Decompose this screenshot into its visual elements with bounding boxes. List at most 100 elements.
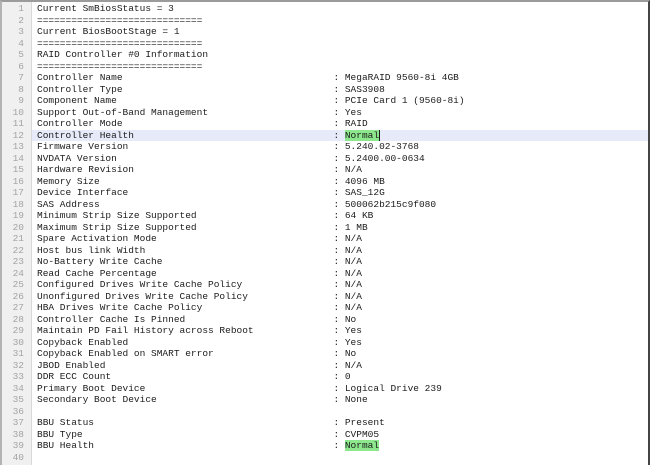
- line-number: 3: [2, 26, 32, 38]
- property-line-text[interactable]: Firmware Version : 5.240.02-3768: [32, 141, 648, 153]
- property-line-text[interactable]: DDR ECC Count : 0: [32, 371, 648, 383]
- line-number: 39: [2, 440, 32, 452]
- property-line-text[interactable]: Primary Boot Device : Logical Drive 239: [32, 383, 648, 395]
- line-number: 28: [2, 314, 32, 326]
- property-line-text[interactable]: SAS Address : 500062b215c9f080: [32, 199, 648, 211]
- code-line: 5RAID Controller #0 Information: [2, 49, 648, 61]
- property-line-text[interactable]: Host bus link Width : N/A: [32, 245, 648, 257]
- plain-line-text[interactable]: =============================: [32, 38, 648, 50]
- line-number: 22: [2, 245, 32, 257]
- plain-line-text[interactable]: =============================: [32, 61, 648, 73]
- code-line: 23No-Battery Write Cache : N/A: [2, 256, 648, 268]
- code-line: 30Copyback Enabled : Yes: [2, 337, 648, 349]
- code-line: 38BBU Type : CVPM05: [2, 429, 648, 441]
- plain-line-text[interactable]: [32, 406, 648, 418]
- property-value: N/A: [345, 256, 362, 267]
- line-number: 38: [2, 429, 32, 441]
- property-line-text[interactable]: Minimum Strip Size Supported : 64 KB: [32, 210, 648, 222]
- property-line-text[interactable]: Secondary Boot Device : None: [32, 394, 648, 406]
- line-number: 35: [2, 394, 32, 406]
- property-line-text[interactable]: Configured Drives Write Cache Policy : N…: [32, 279, 648, 291]
- property-line-text[interactable]: Maintain PD Fail History across Reboot :…: [32, 325, 648, 337]
- property-line-text[interactable]: Spare Activation Mode : N/A: [32, 233, 648, 245]
- line-number: 6: [2, 61, 32, 73]
- code-line: 29Maintain PD Fail History across Reboot…: [2, 325, 648, 337]
- property-line-text[interactable]: Component Name : PCIe Card 1 (9560-8i): [32, 95, 648, 107]
- property-line-text[interactable]: BBU Health : Normal: [32, 440, 648, 452]
- line-number: 34: [2, 383, 32, 395]
- property-value: RAID: [345, 118, 368, 129]
- property-value: No: [345, 314, 356, 325]
- property-line-text[interactable]: HBA Drives Write Cache Policy : N/A: [32, 302, 648, 314]
- property-line-text[interactable]: Support Out-of-Band Management : Yes: [32, 107, 648, 119]
- highlighted-value: Normal: [345, 130, 380, 141]
- plain-line-text[interactable]: [32, 452, 648, 464]
- code-line: 4=============================: [2, 38, 648, 50]
- code-line: 31Copyback Enabled on SMART error : No: [2, 348, 648, 360]
- property-line-text[interactable]: JBOD Enabled : N/A: [32, 360, 648, 372]
- property-line-text[interactable]: Controller Cache Is Pinned : No: [32, 314, 648, 326]
- code-line: 28Controller Cache Is Pinned : No: [2, 314, 648, 326]
- line-number: 23: [2, 256, 32, 268]
- property-line-text[interactable]: Device Interface : SAS_12G: [32, 187, 648, 199]
- code-line: 2=============================: [2, 15, 648, 27]
- plain-line-text[interactable]: Current SmBiosStatus = 3: [32, 3, 648, 15]
- property-line-text[interactable]: NVDATA Version : 5.2400.00-0634: [32, 153, 648, 165]
- code-line: 24Read Cache Percentage : N/A: [2, 268, 648, 280]
- highlighted-value: Normal: [345, 440, 379, 451]
- property-value: 0: [345, 371, 351, 382]
- code-line: 33DDR ECC Count : 0: [2, 371, 648, 383]
- property-value: 500062b215c9f080: [345, 199, 436, 210]
- property-line-text[interactable]: Read Cache Percentage : N/A: [32, 268, 648, 280]
- property-value: SAS_12G: [345, 187, 385, 198]
- code-line: 18SAS Address : 500062b215c9f080: [2, 199, 648, 211]
- code-line: 35Secondary Boot Device : None: [2, 394, 648, 406]
- line-number: 18: [2, 199, 32, 211]
- property-line-text[interactable]: BBU Status : Present: [32, 417, 648, 429]
- property-line-text[interactable]: Maximum Strip Size Supported : 1 MB: [32, 222, 648, 234]
- property-value: N/A: [345, 279, 362, 290]
- line-number: 11: [2, 118, 32, 130]
- property-value: Present: [345, 417, 385, 428]
- plain-line-text[interactable]: RAID Controller #0 Information: [32, 49, 648, 61]
- line-number: 8: [2, 84, 32, 96]
- line-number: 30: [2, 337, 32, 349]
- line-number: 20: [2, 222, 32, 234]
- line-number: 36: [2, 406, 32, 418]
- text-editor[interactable]: 1Current SmBiosStatus = 32==============…: [0, 0, 650, 465]
- property-value: N/A: [345, 268, 362, 279]
- code-line: 3Current BiosBootStage = 1: [2, 26, 648, 38]
- property-line-text[interactable]: Controller Name : MegaRAID 9560-8i 4GB: [32, 72, 648, 84]
- line-number: 37: [2, 417, 32, 429]
- line-number: 5: [2, 49, 32, 61]
- line-number: 15: [2, 164, 32, 176]
- property-line-text[interactable]: Copyback Enabled on SMART error : No: [32, 348, 648, 360]
- code-line: 17Device Interface : SAS_12G: [2, 187, 648, 199]
- property-line-text[interactable]: Memory Size : 4096 MB: [32, 176, 648, 188]
- plain-line-text[interactable]: Current BiosBootStage = 1: [32, 26, 648, 38]
- code-line: 40: [2, 452, 648, 464]
- plain-line-text[interactable]: =============================: [32, 15, 648, 27]
- line-number: 7: [2, 72, 32, 84]
- property-value: 64 KB: [345, 210, 374, 221]
- property-line-text[interactable]: Controller Type : SAS3908: [32, 84, 648, 96]
- property-line-text[interactable]: Hardware Revision : N/A: [32, 164, 648, 176]
- property-value: CVPM05: [345, 429, 379, 440]
- code-line: 16Memory Size : 4096 MB: [2, 176, 648, 188]
- property-line-text[interactable]: BBU Type : CVPM05: [32, 429, 648, 441]
- property-value: MegaRAID 9560-8i 4GB: [345, 72, 459, 83]
- property-value: SAS3908: [345, 84, 385, 95]
- property-line-text[interactable]: Unonfigured Drives Write Cache Policy : …: [32, 291, 648, 303]
- property-line-text[interactable]: Controller Health : Normal: [32, 130, 648, 142]
- code-line: 34Primary Boot Device : Logical Drive 23…: [2, 383, 648, 395]
- property-value: None: [345, 394, 368, 405]
- code-line: 8Controller Type : SAS3908: [2, 84, 648, 96]
- property-value: 5.240.02-3768: [345, 141, 419, 152]
- property-line-text[interactable]: No-Battery Write Cache : N/A: [32, 256, 648, 268]
- property-line-text[interactable]: Controller Mode : RAID: [32, 118, 648, 130]
- line-number: 40: [2, 452, 32, 464]
- code-line: 9Component Name : PCIe Card 1 (9560-8i): [2, 95, 648, 107]
- code-line: 15Hardware Revision : N/A: [2, 164, 648, 176]
- property-line-text[interactable]: Copyback Enabled : Yes: [32, 337, 648, 349]
- line-number: 12: [2, 130, 32, 142]
